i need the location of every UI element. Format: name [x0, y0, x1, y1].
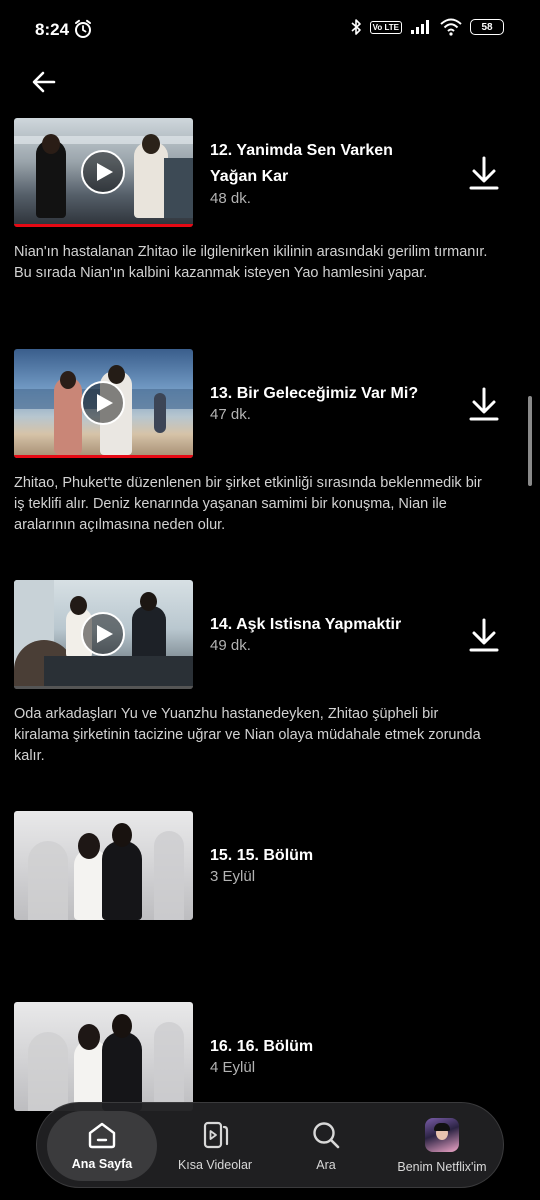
thumbnail-image [14, 811, 193, 920]
episode-description: Oda arkadaşları Yu ve Yuanzhu hastanedey… [14, 706, 481, 764]
download-icon[interactable] [466, 616, 502, 656]
play-icon [97, 625, 113, 643]
episode-item: 15. 15. Bölüm 3 Eylül [0, 811, 540, 941]
episode-item: 14. Aşk Istisna Yapmaktir 49 dk. Oda ark… [0, 580, 540, 780]
battery-indicator: 58 [470, 19, 504, 35]
play-button[interactable] [81, 381, 125, 425]
nav-search[interactable]: Ara [291, 1103, 361, 1189]
status-time: 8:24 [35, 20, 70, 39]
nav-search-label: Ara [316, 1158, 336, 1172]
signal-icon [411, 20, 429, 34]
watch-progress-bar [14, 686, 193, 689]
status-icons: Vo LTE 58 [350, 18, 504, 36]
episode-description: Nian'ın hastalanan Zhitao ile ilgilenirk… [14, 244, 488, 281]
nav-my-netflix-label: Benim Netflix'im [397, 1160, 487, 1174]
episode-duration: 49 dk. [210, 637, 251, 654]
alarm-icon [75, 19, 91, 38]
watch-progress-fill [14, 455, 193, 458]
episode-duration: 48 dk. [210, 190, 251, 207]
episode-item: 12. Yanimda Sen Varken Yağan Kar 48 dk. … [0, 118, 540, 318]
bottom-navigation: Ana Sayfa Kısa Videolar Ara Benim Netfli… [36, 1102, 504, 1188]
episode-title[interactable]: 15. 15. Bölüm [210, 843, 440, 869]
home-icon [88, 1122, 116, 1149]
nav-clips-label: Kısa Videolar [177, 1158, 253, 1172]
bluetooth-icon [351, 19, 361, 35]
scrollbar[interactable] [528, 396, 532, 486]
episode-thumbnail[interactable] [14, 1002, 193, 1111]
episode-title[interactable]: 13. Bir Geleceğimiz Var Mi? [210, 381, 440, 407]
thumbnail-image [14, 1002, 193, 1111]
episode-description: Zhitao, Phuket'te düzenlenen bir şirket … [14, 475, 482, 533]
play-button[interactable] [81, 612, 125, 656]
episode-item: 13. Bir Geleceğimiz Var Mi? 47 dk. Zhita… [0, 349, 540, 549]
status-bar: 8:24 Vo LTE 58 [0, 0, 540, 60]
nav-home[interactable]: Ana Sayfa [47, 1103, 157, 1189]
profile-avatar [425, 1118, 459, 1152]
episode-thumbnail[interactable] [14, 580, 193, 689]
watch-progress-bar [14, 455, 193, 458]
episode-title[interactable]: 12. Yanimda Sen Varken Yağan Kar [210, 138, 440, 190]
episode-release-date: 4 Eylül [210, 1059, 256, 1076]
download-icon[interactable] [466, 385, 502, 425]
play-icon [97, 163, 113, 181]
episode-thumbnail[interactable] [14, 118, 193, 227]
watch-progress-bar [14, 224, 193, 227]
nav-clips[interactable]: Kısa Videolar [163, 1103, 267, 1189]
back-arrow-icon[interactable] [28, 66, 60, 98]
episode-item: 16. 16. Bölüm 4 Eylül [0, 1002, 540, 1112]
clips-icon [203, 1121, 229, 1149]
play-icon [97, 394, 113, 412]
wifi-icon [440, 18, 462, 36]
play-button[interactable] [81, 150, 125, 194]
episode-title[interactable]: 14. Aşk Istisna Yapmaktir [210, 612, 440, 638]
episode-thumbnail[interactable] [14, 811, 193, 920]
nav-my-netflix[interactable]: Benim Netflix'im [385, 1103, 499, 1189]
download-icon[interactable] [466, 154, 502, 194]
search-icon [313, 1122, 340, 1149]
episode-release-date: 3 Eylül [210, 868, 256, 885]
volte-badge: Vo LTE [369, 20, 402, 34]
episode-title[interactable]: 16. 16. Bölüm [210, 1034, 440, 1060]
episode-duration: 47 dk. [210, 406, 251, 423]
episode-thumbnail[interactable] [14, 349, 193, 458]
nav-home-label: Ana Sayfa [71, 1157, 133, 1171]
watch-progress-fill [14, 224, 193, 227]
